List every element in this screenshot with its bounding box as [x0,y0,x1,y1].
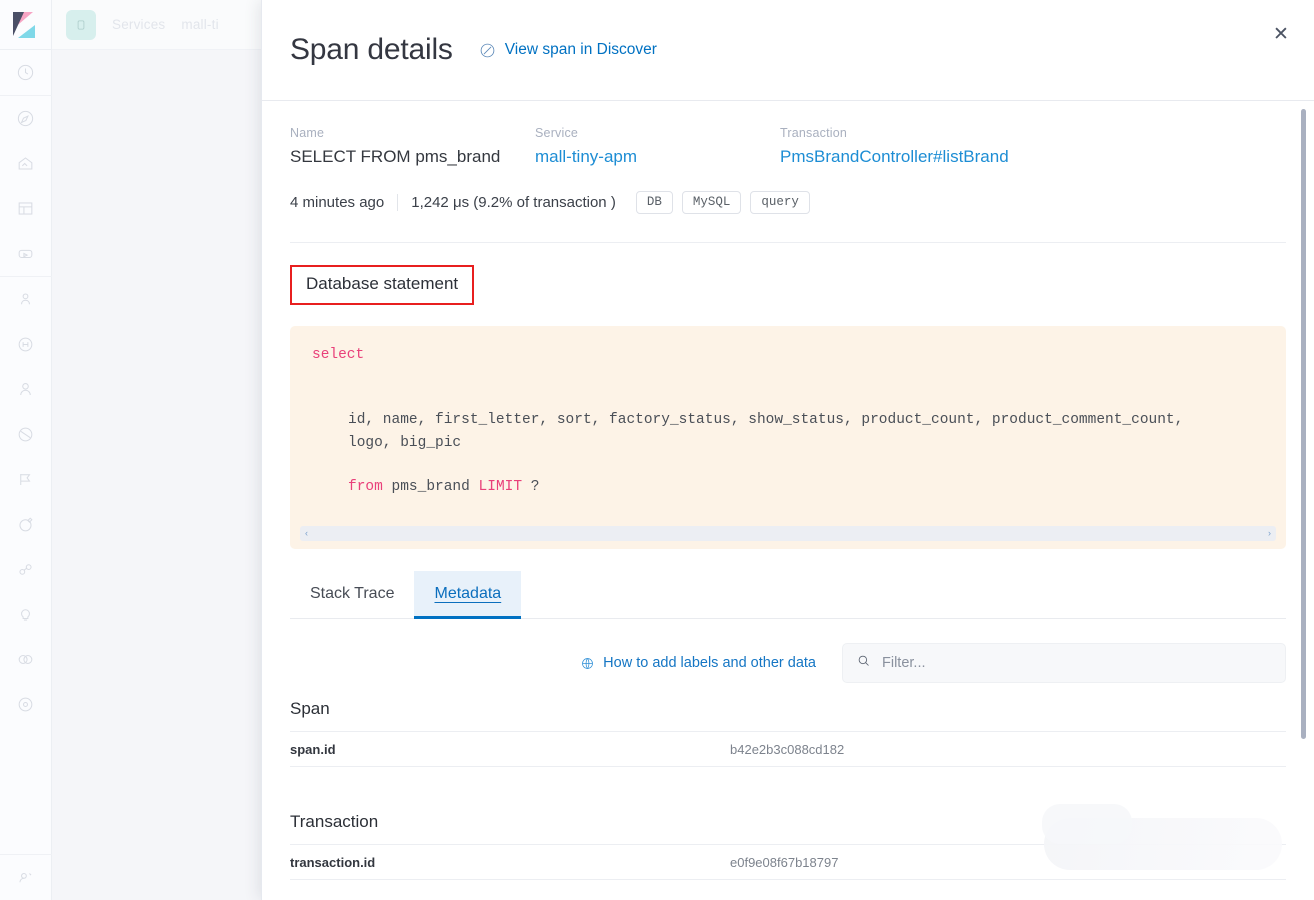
close-icon[interactable]: ✕ [1268,21,1294,47]
page-title: Span details [290,33,453,66]
field-transaction: Transaction PmsBrandController#listBrand [780,126,1009,167]
span-type-badges: DB MySQL query [635,191,810,214]
scrollbar-thumb[interactable] [1301,109,1306,739]
scroll-right-arrow-icon[interactable]: › [1268,529,1271,538]
flyout-scrollbar[interactable] [1300,109,1307,892]
user-settings-icon[interactable] [0,855,52,900]
flyout-body: Name SELECT FROM pms_brand Service mall-… [262,101,1314,900]
graph-icon[interactable] [0,547,52,592]
app-root: Services mall-ti Span details View span … [0,0,1314,900]
globe-icon [580,656,595,671]
flyout-header: Span details View span in Discover ✕ [262,0,1314,101]
bulb-icon[interactable] [0,592,52,637]
field-transaction-value[interactable]: PmsBrandController#listBrand [780,147,1009,167]
how-to-add-labels-link[interactable]: How to add labels and other data [580,655,816,671]
metadata-section-transaction-title: Transaction [290,812,379,831]
logs-icon[interactable] [0,277,52,322]
span-summary-fields: Name SELECT FROM pms_brand Service mall-… [290,101,1286,167]
sql-line-columns-2: logo, big_pic [348,434,462,451]
flag-icon[interactable] [0,457,52,502]
field-name-label: Name [290,126,325,140]
sidebar-footer [0,854,52,900]
field-name: Name SELECT FROM pms_brand [290,126,535,167]
timestamp-text: 4 minutes ago [290,194,385,211]
sql-blank-line [312,366,1264,409]
sql-keyword-from: from [348,479,383,496]
metadata-filter-row: How to add labels and other data [290,643,1286,683]
kibana-logo-icon [12,11,39,38]
field-transaction-label: Transaction [780,126,848,140]
discover-link-label: View span in Discover [504,41,657,58]
dashboard-icon[interactable] [0,186,52,231]
span-details-flyout: Span details View span in Discover ✕ Nam… [261,0,1314,900]
user-icon[interactable] [0,367,52,412]
tab-metadata[interactable]: Metadata [414,571,522,619]
sql-code-block[interactable]: select id, name, first_letter, sort, fac… [290,326,1286,549]
annotation-red-box: Database statement [290,265,475,305]
apm-icon[interactable] [0,231,52,276]
filter-input[interactable] [882,655,1272,671]
global-sidebar [0,0,52,900]
compass-icon[interactable] [0,96,52,141]
heart-icon[interactable] [0,637,52,682]
badge-mysql: MySQL [681,191,742,214]
search-icon [856,653,871,673]
kibana-logo-button[interactable] [0,0,52,50]
metadata-key-span-id: span.id [290,741,336,757]
span-timing-row: 4 minutes ago 1,242 μs (9.2% of transact… [290,191,1286,214]
filter-input-wrapper[interactable] [842,643,1286,683]
sql-horizontal-scrollbar[interactable]: ‹ › [300,526,1276,541]
breadcrumb-service-name[interactable]: mall-ti [181,17,218,32]
database-statement-annotation: Database statement [290,265,475,305]
metrics-icon[interactable] [0,322,52,367]
app-badge-icon[interactable] [66,9,96,40]
sql-line-columns: id, name, first_letter, sort, factory_st… [348,412,1184,429]
home-uptime-icon[interactable] [0,141,52,186]
metadata-value-transaction-id: e0f9e08f67b18797 [730,854,839,870]
metadata-value-span-id: b42e2b3c088cd182 [730,741,845,757]
sql-keyword-select: select [312,347,365,363]
sql-keyword-limit: LIMIT [478,479,523,496]
duration-text: 1,242 μs (9.2% of transaction ) [397,194,616,211]
discover-icon [479,42,496,59]
table-row: transaction.id e0f9e08f67b18797 [290,844,1286,880]
maps-icon[interactable] [0,412,52,457]
detail-tabs: Stack Trace Metadata [290,571,1286,619]
breadcrumb-services[interactable]: Services [112,17,165,32]
field-service: Service mall-tiny-apm [535,126,780,167]
edit-icon[interactable] [0,502,52,547]
header-divider [290,242,1286,243]
database-statement-title: Database statement [306,274,459,293]
badge-db: DB [635,191,673,214]
how-to-add-labels-label: How to add labels and other data [603,655,816,671]
field-service-label: Service [535,126,579,140]
tab-stack-trace[interactable]: Stack Trace [290,571,414,618]
sql-param: ? [530,479,540,496]
metadata-key-transaction-id: transaction.id [290,854,376,870]
sql-line-from: from pms_brand LIMIT ? [312,476,1264,498]
metadata-table-span: span.id b42e2b3c088cd182 [290,731,1286,767]
metadata-section-span-title: Span [290,699,330,718]
field-name-value: SELECT FROM pms_brand [290,147,501,166]
badge-query: query [750,191,810,214]
gear-circle-icon[interactable] [0,682,52,727]
scroll-left-arrow-icon[interactable]: ‹ [305,529,308,538]
field-service-value[interactable]: mall-tiny-apm [535,147,780,167]
clock-icon[interactable] [0,50,52,95]
metadata-table-transaction: transaction.id e0f9e08f67b18797 [290,844,1286,880]
view-span-in-discover-link[interactable]: View span in Discover [479,41,657,59]
sql-line-select: select [312,344,1264,366]
sql-table-name: pms_brand [391,479,470,496]
table-row: span.id b42e2b3c088cd182 [290,731,1286,767]
